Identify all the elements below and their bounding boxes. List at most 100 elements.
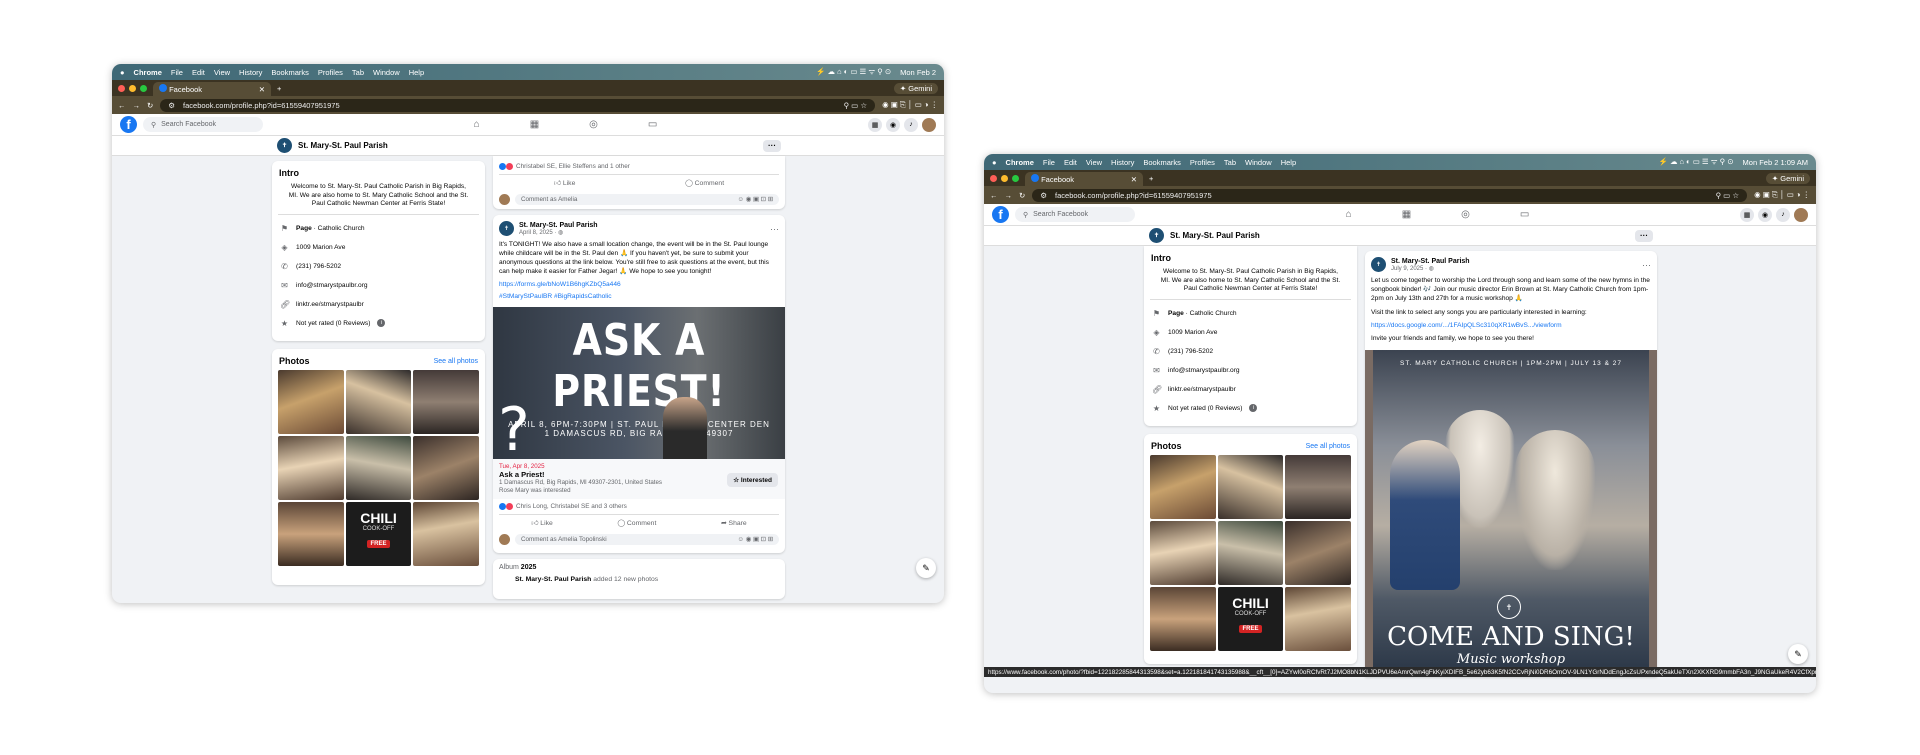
intro-email[interactable]: ✉ info@stmarystpaulbr.org xyxy=(1144,361,1357,380)
tab-facebook[interactable]: Facebook ✕ xyxy=(153,82,271,96)
info-icon[interactable]: i xyxy=(377,319,386,328)
reload-icon[interactable]: ↻ xyxy=(147,101,153,110)
bell-icon[interactable]: ♪ xyxy=(1776,207,1790,222)
close-icon[interactable]: ✕ xyxy=(259,85,265,94)
menu-bookmarks[interactable]: Bookmarks xyxy=(271,68,309,77)
parish-logo-icon[interactable]: ✝ xyxy=(1149,228,1164,243)
window-controls[interactable] xyxy=(990,174,1019,182)
menu-app-name[interactable]: Chrome xyxy=(134,68,162,77)
menu-grid-icon[interactable]: ▦ xyxy=(1740,207,1754,222)
menu-app-name[interactable]: Chrome xyxy=(1006,158,1034,167)
address-bar[interactable]: ⚙ facebook.com/profile.php?id=61559407951… xyxy=(160,98,876,112)
marketplace-icon[interactable]: ▦ xyxy=(1402,209,1411,220)
album-author[interactable]: St. Mary-St. Paul Parish xyxy=(515,576,591,583)
parish-logo-icon[interactable]: ✝ xyxy=(1371,257,1386,272)
page-title[interactable]: St. Mary-St. Paul Parish xyxy=(298,141,388,150)
comment-input[interactable]: Comment as Amelia ☺ ◉ ▣ ⊡ ⊞ xyxy=(515,194,779,205)
comment-tools-icon[interactable]: ☺ ◉ ▣ ⊡ ⊞ xyxy=(738,196,773,203)
apple-icon[interactable]: ● xyxy=(992,158,997,167)
tab-facebook[interactable]: Facebook ✕ xyxy=(1025,172,1143,186)
menu-bookmarks[interactable]: Bookmarks xyxy=(1143,158,1181,167)
comment-input[interactable]: Comment as Amelia Topolinski ☺ ◉ ▣ ⊡ ⊞ xyxy=(515,534,779,546)
search-input[interactable]: ⚲ Search Facebook xyxy=(1015,207,1135,222)
back-icon[interactable]: ← xyxy=(118,101,126,110)
photo-thumb-chili[interactable]: CHILI COOK-OFF FREE xyxy=(345,502,412,566)
status-icons[interactable]: ⚡ ☁ ⌂ ◐ ▭ ☰ ᯤ ⚲ ⊙ xyxy=(816,67,891,77)
gemini-button[interactable]: ✦ Gemini xyxy=(1765,172,1810,184)
compose-edit-icon[interactable]: ✎ xyxy=(916,558,936,578)
see-all-photos-link[interactable]: See all photos xyxy=(434,358,478,365)
gemini-button[interactable]: ✦ Gemini xyxy=(893,82,938,94)
reload-icon[interactable]: ↻ xyxy=(1019,191,1025,200)
photo-thumb[interactable] xyxy=(1150,521,1216,585)
address-actions-icon[interactable]: ⚲ ▭ ☆ xyxy=(1716,191,1739,200)
menu-window[interactable]: Window xyxy=(373,68,400,77)
menu-profiles[interactable]: Profiles xyxy=(1190,158,1215,167)
post-more-icon[interactable]: ··· xyxy=(770,224,779,234)
address-actions-icon[interactable]: ⚲ ▭ ☆ xyxy=(844,101,867,110)
info-icon[interactable]: i xyxy=(1249,404,1258,413)
menu-help[interactable]: Help xyxy=(409,68,424,77)
comment-button[interactable]: ◯ Comment xyxy=(685,179,724,187)
site-info-icon[interactable]: ⚙ xyxy=(168,101,175,110)
post-image[interactable]: ASK A PRIEST! APRIL 8, 6PM-7:30PM | ST. … xyxy=(493,307,785,460)
post-author[interactable]: St. Mary-St. Paul Parish xyxy=(1391,258,1470,265)
intro-link[interactable]: 🔗︎ linktr.ee/stmarystpaulbr xyxy=(1144,380,1357,399)
intro-link[interactable]: 🔗︎ linktr.ee/stmarystpaulbr xyxy=(272,295,485,314)
photo-thumb[interactable] xyxy=(278,502,344,566)
photo-thumb-chili[interactable]: CHILI COOK-OFF FREE xyxy=(1217,587,1284,651)
comment-tools-icon[interactable]: ☺ ◉ ▣ ⊡ ⊞ xyxy=(738,536,773,543)
post-link[interactable]: https://docs.google.com/.../1FAIpQLSc310… xyxy=(1365,320,1657,333)
photo-thumb[interactable] xyxy=(345,370,412,434)
avatar[interactable] xyxy=(922,117,936,132)
site-info-icon[interactable]: ⚙ xyxy=(1040,191,1047,200)
photo-thumb[interactable] xyxy=(278,370,344,434)
intro-email[interactable]: ✉ info@stmarystpaulbr.org xyxy=(272,276,485,295)
menu-history[interactable]: History xyxy=(1111,158,1134,167)
post-link[interactable]: https://forms.gle/bNoW1B6hgKZbQ5a446 xyxy=(493,279,785,292)
forward-icon[interactable]: → xyxy=(133,101,141,110)
compose-edit-icon[interactable]: ✎ xyxy=(1788,644,1808,664)
status-icons[interactable]: ⚡ ☁ ⌂ ◐ ▭ ☰ ᯤ ⚲ ⊙ xyxy=(1659,157,1734,167)
menu-file[interactable]: File xyxy=(1043,158,1055,167)
photo-thumb[interactable] xyxy=(413,502,479,566)
menu-tab[interactable]: Tab xyxy=(352,68,364,77)
menu-view[interactable]: View xyxy=(1086,158,1102,167)
menu-window[interactable]: Window xyxy=(1245,158,1272,167)
bell-icon[interactable]: ♪ xyxy=(904,117,918,132)
menu-clock[interactable]: Mon Feb 2 1:09 AM xyxy=(1743,158,1808,167)
parish-logo-icon[interactable]: ✝ xyxy=(499,221,514,236)
new-tab-button[interactable]: + xyxy=(1149,174,1153,183)
address-bar[interactable]: ⚙ facebook.com/profile.php?id=61559407951… xyxy=(1032,188,1748,202)
photo-thumb[interactable] xyxy=(1285,587,1351,651)
photo-thumb[interactable] xyxy=(1285,455,1351,519)
photo-thumb[interactable] xyxy=(1150,455,1216,519)
gaming-icon[interactable]: ▭ xyxy=(648,119,657,130)
post-hashtags[interactable]: #StMaryStPaulBR #BigRapidsCatholic xyxy=(493,291,785,304)
event-card[interactable]: Tue, Apr 8, 2025 Ask a Priest! 1 Damascu… xyxy=(493,459,785,500)
extensions-icon[interactable]: ◉ ▣ ⎘ │ ▭ ◑ ⋮ xyxy=(1754,190,1810,200)
menu-file[interactable]: File xyxy=(171,68,183,77)
menu-history[interactable]: History xyxy=(239,68,262,77)
menu-edit[interactable]: Edit xyxy=(192,68,205,77)
menu-profiles[interactable]: Profiles xyxy=(318,68,343,77)
photo-thumb[interactable] xyxy=(413,370,479,434)
comment-button[interactable]: ◯ Comment xyxy=(617,519,656,527)
photo-thumb[interactable] xyxy=(345,436,412,500)
extensions-icon[interactable]: ◉ ▣ ⎘ │ ▭ ◑ ⋮ xyxy=(882,100,938,110)
gaming-icon[interactable]: ▭ xyxy=(1520,209,1529,220)
menu-grid-icon[interactable]: ▦ xyxy=(868,117,882,132)
back-icon[interactable]: ← xyxy=(990,191,998,200)
post-image[interactable]: ST. MARY CATHOLIC CHURCH | 1PM-2PM | JUL… xyxy=(1365,350,1657,671)
reaction-summary[interactable]: Christabel SE, Ellie Steffens and 1 othe… xyxy=(493,156,785,174)
page-title[interactable]: St. Mary-St. Paul Parish xyxy=(1170,231,1260,240)
facebook-logo-icon[interactable]: f xyxy=(120,116,137,133)
menu-edit[interactable]: Edit xyxy=(1064,158,1077,167)
avatar[interactable] xyxy=(1794,207,1808,222)
post-author[interactable]: St. Mary-St. Paul Parish xyxy=(519,222,598,229)
like-button[interactable]: 👍︎ Like xyxy=(531,519,552,527)
parish-logo-icon[interactable]: ✝ xyxy=(277,138,292,153)
close-icon[interactable]: ✕ xyxy=(1131,175,1137,184)
messenger-icon[interactable]: ◉ xyxy=(886,117,900,132)
page-more-button[interactable]: ··· xyxy=(1635,229,1653,242)
